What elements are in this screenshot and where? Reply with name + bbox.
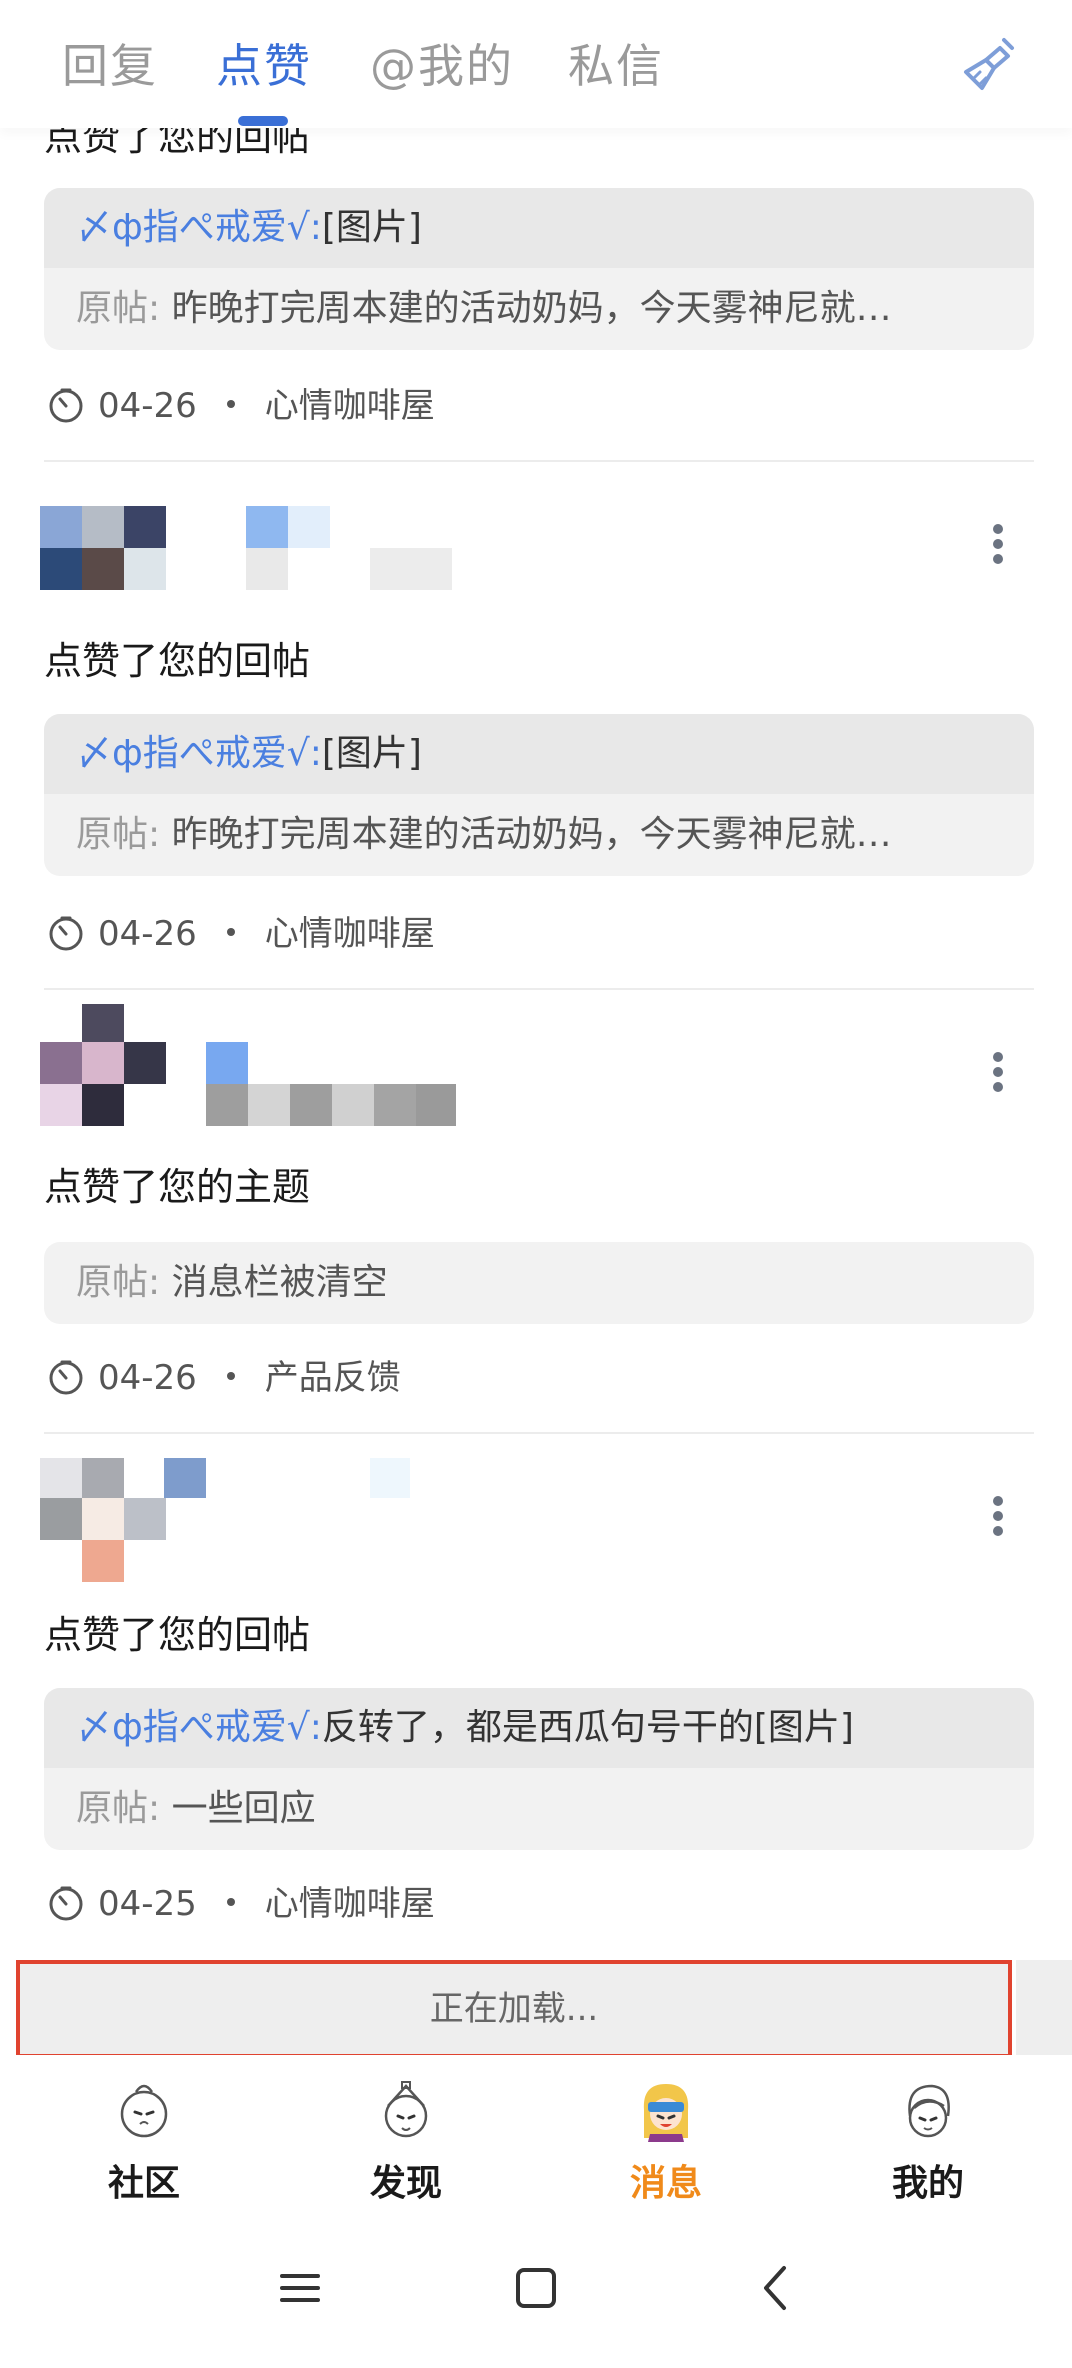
more-options-button[interactable] — [984, 520, 1012, 568]
original-post: 原帖: 消息栏被清空 — [44, 1242, 1034, 1324]
clock-icon — [49, 1360, 83, 1394]
notification-date: 04-26 — [98, 386, 197, 426]
quoted-content[interactable]: 〆ф指ぺ戒爱√:[图片] 原帖: 昨晚打完周本建的活动奶妈，今天雾神尼就… — [44, 714, 1034, 876]
nav-community[interactable]: 社区 — [54, 2058, 234, 2208]
original-post-text: 消息栏被清空 — [171, 1262, 388, 1303]
system-navigation-bar — [0, 2208, 1072, 2368]
forum-name[interactable]: 产品反馈 — [265, 1358, 401, 1398]
community-mascot-icon — [120, 2084, 168, 2138]
tab-likes[interactable]: 点赞 — [216, 30, 312, 96]
loading-indicator: 正在加载... — [16, 1960, 1012, 2055]
forum-name[interactable]: 心情咖啡屋 — [265, 386, 435, 426]
clock-icon — [49, 388, 83, 422]
original-post: 原帖: 昨晚打完周本建的活动奶妈，今天雾神尼就… — [44, 268, 1034, 350]
blurred-avatar-username[interactable] — [40, 1004, 456, 1126]
nav-profile-label: 我的 — [891, 2163, 964, 2204]
original-post: 原帖: 一些回应 — [44, 1768, 1034, 1850]
clock-icon — [49, 916, 83, 950]
reply-text: [图片] — [321, 207, 422, 248]
notification-meta: 04-25 心情咖啡屋 — [48, 1882, 435, 1926]
original-post-text: 昨晚打完周本建的活动奶妈，今天雾神尼就… — [171, 814, 892, 855]
profile-mascot-icon — [908, 2084, 950, 2138]
back-chevron-icon[interactable] — [744, 2256, 808, 2320]
clear-broom-icon[interactable] — [960, 34, 1020, 94]
nav-discover[interactable]: 发现 — [316, 2058, 496, 2208]
home-square-icon[interactable] — [504, 2256, 568, 2320]
loading-bar-extension — [1016, 1960, 1072, 2055]
quoted-reply: 〆ф指ぺ戒爱√:[图片] — [44, 188, 1034, 268]
notification-meta: 04-26 心情咖啡屋 — [48, 384, 435, 428]
original-post-label: 原帖: — [76, 1788, 161, 1829]
notification-meta: 04-26 产品反馈 — [48, 1356, 401, 1400]
original-post-label: 原帖: — [76, 288, 161, 329]
clock-icon — [49, 1886, 83, 1920]
menu-icon[interactable] — [268, 2256, 332, 2320]
reply-text: [图片] — [321, 733, 422, 774]
more-options-button[interactable] — [984, 1492, 1012, 1540]
blurred-avatar-username[interactable] — [40, 506, 456, 590]
forum-name[interactable]: 心情咖啡屋 — [265, 1884, 435, 1924]
notification-meta: 04-26 心情咖啡屋 — [48, 912, 435, 956]
discover-mascot-icon — [384, 2081, 428, 2138]
nav-messages[interactable]: 消息 — [576, 2058, 756, 2208]
quoted-reply: 〆ф指ぺ戒爱√:反转了，都是西瓜句号干的[图片] — [44, 1688, 1034, 1768]
nav-community-label: 社区 — [107, 2163, 180, 2204]
bottom-navigation: 社区 发现 消息 我的 — [0, 2058, 1072, 2208]
original-post-text: 一些回应 — [171, 1788, 316, 1829]
notification-feed[interactable]: 点赞了您的回帖 〆ф指ぺ戒爱√:[图片] 原帖: 昨晚打完周本建的活动奶妈，今天… — [0, 0, 1072, 2055]
reply-author: 〆ф指ぺ戒爱√: — [76, 207, 322, 248]
nav-profile[interactable]: 我的 — [838, 2058, 1018, 2208]
original-post: 原帖: 昨晚打完周本建的活动奶妈，今天雾神尼就… — [44, 794, 1034, 876]
quoted-content[interactable]: 〆ф指ぺ戒爱√:反转了，都是西瓜句号干的[图片] 原帖: 一些回应 — [44, 1688, 1034, 1850]
nav-discover-label: 发现 — [369, 2163, 442, 2204]
blurred-avatar-username[interactable] — [40, 1458, 456, 1582]
reply-author: 〆ф指ぺ戒爱√: — [76, 733, 322, 774]
quoted-content[interactable]: 〆ф指ぺ戒爱√:[图片] 原帖: 昨晚打完周本建的活动奶妈，今天雾神尼就… — [44, 188, 1034, 350]
more-options-button[interactable] — [984, 1048, 1012, 1096]
reply-text: 反转了，都是西瓜句号干的[图片] — [321, 1707, 854, 1748]
original-post-label: 原帖: — [76, 814, 161, 855]
tab-replies[interactable]: 回复 — [62, 30, 158, 96]
notification-action-text: 点赞了您的回帖 — [44, 1613, 311, 1657]
notification-date: 04-26 — [98, 914, 197, 954]
tab-mentions[interactable]: @我的 — [370, 30, 514, 96]
quoted-content[interactable]: 原帖: 消息栏被清空 — [44, 1242, 1034, 1324]
nav-messages-label: 消息 — [629, 2163, 702, 2204]
tab-private-messages[interactable]: 私信 — [568, 30, 664, 96]
active-tab-indicator — [238, 116, 288, 126]
message-tabs-bar: 回复 点赞 @我的 私信 — [0, 0, 1072, 128]
notification-date: 04-25 — [98, 1884, 197, 1924]
notification-date: 04-26 — [98, 1358, 197, 1398]
reply-author: 〆ф指ぺ戒爱√: — [76, 1707, 322, 1748]
messages-mascot-icon — [643, 2084, 689, 2142]
original-post-label: 原帖: — [76, 1262, 161, 1303]
original-post-text: 昨晚打完周本建的活动奶妈，今天雾神尼就… — [171, 288, 892, 329]
forum-name[interactable]: 心情咖啡屋 — [265, 914, 435, 954]
quoted-reply: 〆ф指ぺ戒爱√:[图片] — [44, 714, 1034, 794]
notification-action-text: 点赞了您的回帖 — [44, 639, 311, 683]
notification-action-text: 点赞了您的主题 — [44, 1165, 311, 1209]
